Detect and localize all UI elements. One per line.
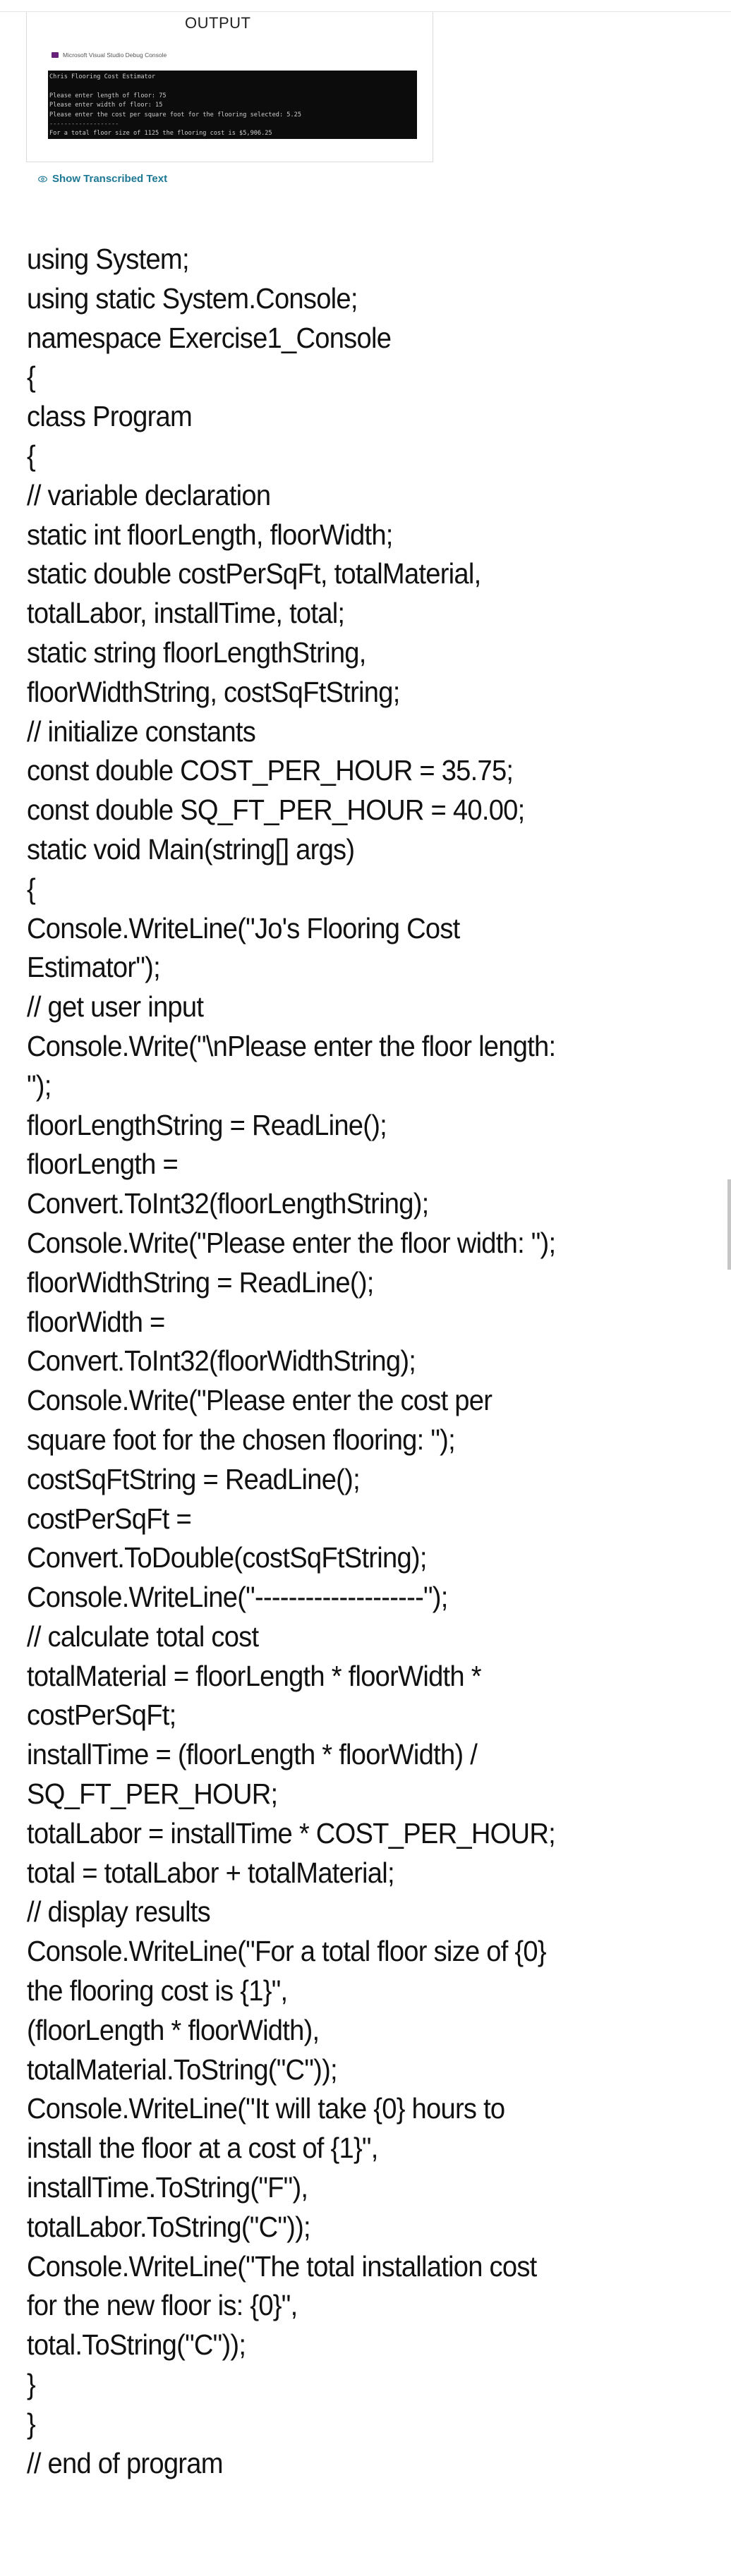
code-line: floorWidth = — [27, 1305, 165, 1338]
code-line: floorLengthString = ReadLine(); — [27, 1108, 387, 1141]
code-line: Console.WriteLine("Jo's Flooring Cost — [27, 911, 460, 944]
code-line: totalMaterial.ToString("C")); — [27, 2053, 338, 2086]
console-output: Chris Flooring Cost Estimator Please ente… — [48, 71, 417, 139]
console-line: Please enter width of floor: 15 — [49, 102, 163, 109]
code-line: total.ToString("C")); — [27, 2328, 246, 2362]
code-line: costSqFtString = ReadLine(); — [27, 1462, 361, 1495]
code-listing: using System; using static System.Console… — [27, 240, 718, 2483]
code-line: Estimator"); — [27, 951, 161, 984]
code-line: Console.WriteLine("The total installatio… — [27, 2249, 537, 2283]
code-line: Console.WriteLine("It will take {0} hour… — [27, 2092, 505, 2125]
code-comment-line: // variable declaration — [27, 478, 271, 511]
code-line: Convert.ToDouble(costSqFtString); — [27, 1541, 427, 1574]
code-line: installTime.ToString("F"), — [27, 2171, 308, 2204]
console-line: Please enter the cost per square foot fo… — [49, 111, 301, 119]
code-line: totalMaterial = floorLength * floorWidth… — [27, 1659, 482, 1692]
code-line: static int floorLength, floorWidth; — [27, 518, 393, 551]
code-line: Console.WriteLine("For a total floor siz… — [27, 1935, 547, 1968]
code-line: { — [27, 439, 36, 472]
code-line: { — [27, 360, 36, 394]
code-line: SQ_FT_PER_HOUR; — [27, 1778, 278, 1811]
console-window-title-text: Microsoft Visual Studio Debug Console — [63, 51, 167, 59]
code-line: } — [27, 2368, 36, 2401]
code-line: totalLabor, installTime, total; — [27, 597, 345, 630]
code-line: totalLabor.ToString("C")); — [27, 2210, 311, 2243]
scrollbar-thumb[interactable] — [727, 1179, 731, 1270]
code-line: Console.WriteLine("--------------------"… — [27, 1581, 448, 1614]
code-line: square foot for the chosen flooring: "); — [27, 1423, 456, 1456]
code-line: floorWidthString, costSqFtString; — [27, 675, 400, 708]
code-line: costPerSqFt = — [27, 1502, 192, 1535]
show-transcribed-text-link[interactable]: Show Transcribed Text — [38, 173, 167, 185]
console-window-title: Microsoft Visual Studio Debug Console — [52, 51, 167, 59]
code-line: total = totalLabor + totalMaterial; — [27, 1856, 395, 1889]
console-line: Chris Flooring Cost Estimator — [49, 73, 156, 80]
code-line: totalLabor = installTime * COST_PER_HOUR… — [27, 1816, 556, 1849]
show-transcribed-text-label: Show Transcribed Text — [52, 173, 168, 185]
code-line: Console.Write("Please enter the cost per — [27, 1384, 493, 1417]
code-line: Console.Write("Please enter the floor wi… — [27, 1226, 556, 1259]
code-line: const double SQ_FT_PER_HOUR = 40.00; — [27, 794, 525, 827]
code-line: install the floor at a cost of {1}", — [27, 2132, 378, 2165]
code-comment-line: // get user input — [27, 990, 204, 1023]
code-line: costPerSqFt; — [27, 1699, 176, 1732]
code-line: class Program — [27, 400, 193, 433]
code-line: floorWidthString = ReadLine(); — [27, 1265, 374, 1299]
console-line: Please enter length of floor: 75 — [49, 92, 167, 99]
output-title: OUTPUT — [185, 14, 251, 32]
code-line: "); — [27, 1069, 52, 1102]
code-comment-line: // end of program — [27, 2446, 223, 2479]
code-line: static void Main(string[] args) — [27, 832, 355, 865]
code-line: static double costPerSqFt, totalMaterial… — [27, 557, 481, 590]
code-comment-line: // display results — [27, 1895, 211, 1928]
code-line: namespace Exercise1_Console — [27, 321, 392, 354]
code-line: for the new floor is: {0}", — [27, 2289, 298, 2322]
code-line: Console.Write("\nPlease enter the floor … — [27, 1029, 556, 1062]
code-line: Convert.ToInt32(floorWidthString); — [27, 1344, 416, 1378]
code-line: (floorLength * floorWidth), — [27, 2013, 320, 2046]
eye-icon — [38, 176, 47, 182]
code-line: const double COST_PER_HOUR = 35.75; — [27, 754, 514, 787]
code-line: floorLength = — [27, 1148, 179, 1181]
code-line: { — [27, 872, 36, 905]
code-line: installTime = (floorLength * floorWidth)… — [27, 1738, 478, 1771]
visual-studio-icon — [52, 52, 59, 58]
code-line: static string floorLengthString, — [27, 636, 366, 669]
code-line: using static System.Console; — [27, 281, 358, 315]
code-line: } — [27, 2407, 36, 2440]
code-line: using System; — [27, 243, 190, 275]
console-line: For a total floor size of 1125 the floor… — [49, 130, 272, 138]
code-line: the flooring cost is {1}", — [27, 1974, 288, 2007]
code-comment-line: // initialize constants — [27, 715, 256, 748]
console-line: ------------------- — [49, 120, 119, 128]
code-comment-line: // calculate total cost — [27, 1620, 259, 1653]
code-line: Convert.ToInt32(floorLengthString); — [27, 1187, 429, 1220]
